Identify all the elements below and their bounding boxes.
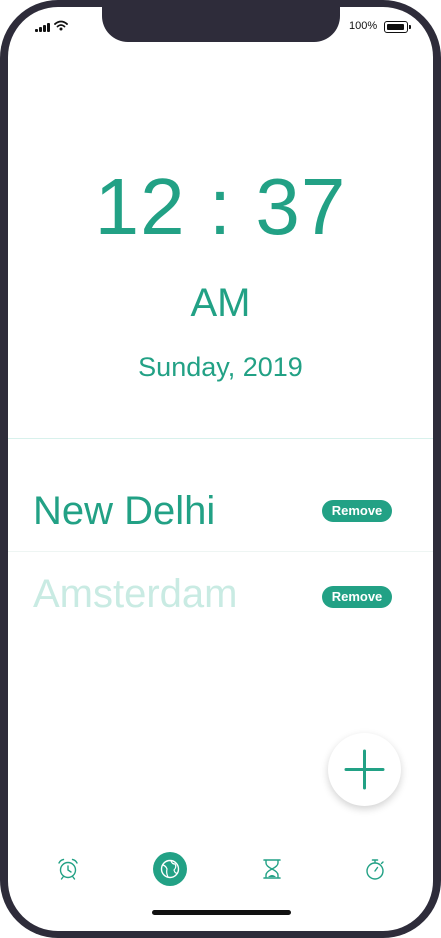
screen: 100% 12 : 37 AM Sunday, 2019 New Delhi R…	[8, 7, 433, 931]
phone-frame: 100% 12 : 37 AM Sunday, 2019 New Delhi R…	[0, 0, 441, 938]
wifi-icon	[54, 20, 68, 31]
status-bar: 100%	[8, 7, 433, 47]
alarm-clock-icon	[58, 858, 78, 880]
tab-stopwatch[interactable]	[361, 855, 389, 883]
battery-percent: 100%	[349, 20, 378, 32]
tab-world-clock[interactable]	[153, 852, 187, 886]
cellular-signal-icon	[35, 23, 51, 32]
tab-timer[interactable]	[258, 855, 286, 883]
battery-icon	[384, 21, 411, 33]
remove-button[interactable]: Remove	[322, 586, 392, 608]
row-divider	[8, 551, 433, 552]
city-name: Amsterdam	[33, 572, 238, 616]
stopwatch-icon	[366, 859, 384, 880]
tab-alarm[interactable]	[54, 855, 82, 883]
home-indicator[interactable]	[152, 910, 291, 915]
remove-button[interactable]: Remove	[322, 500, 392, 522]
clock-time: 12 : 37	[94, 162, 347, 251]
world-clock-icon	[160, 859, 180, 879]
clock-date: Sunday, 2019	[138, 352, 303, 382]
hourglass-icon	[263, 859, 281, 879]
plus-icon	[344, 749, 385, 790]
city-name: New Delhi	[33, 489, 216, 533]
divider	[8, 438, 433, 439]
clock-period: AM	[190, 281, 251, 325]
add-city-button[interactable]	[328, 733, 401, 806]
